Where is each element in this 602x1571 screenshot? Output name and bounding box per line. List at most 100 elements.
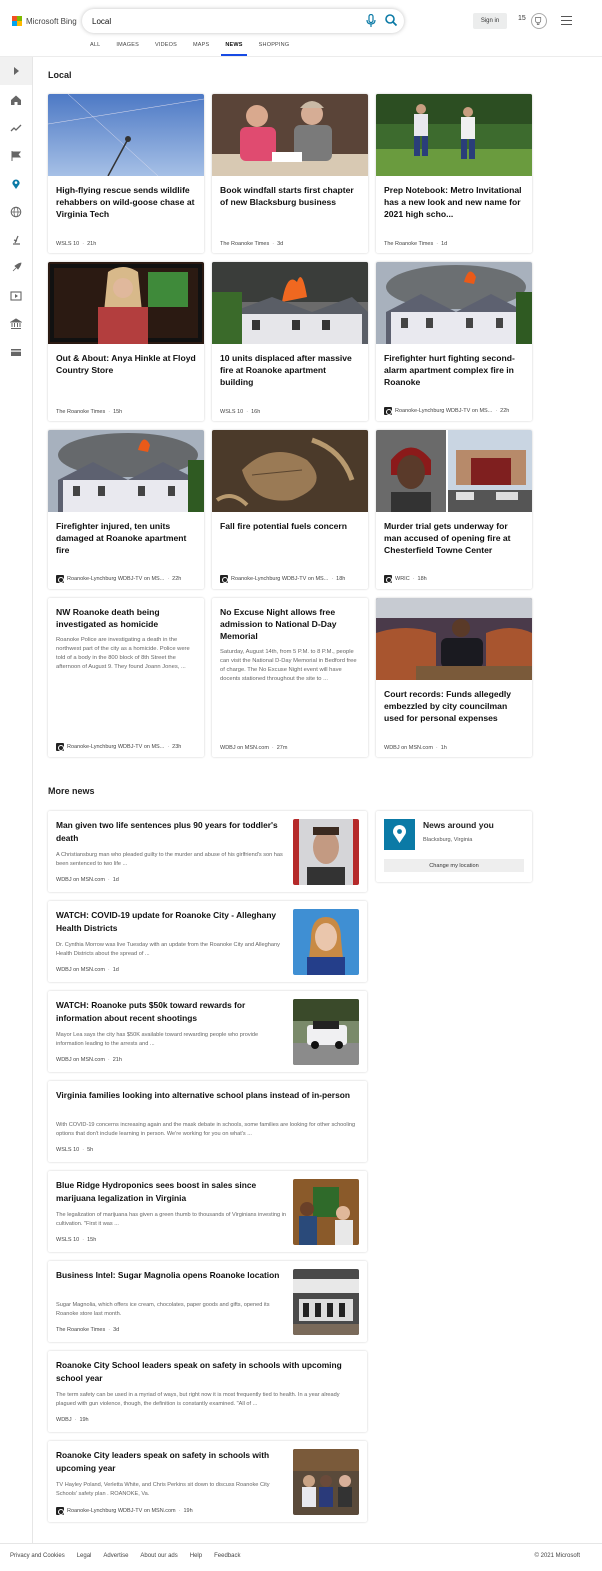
- trending-icon[interactable]: [10, 122, 22, 134]
- tab-all[interactable]: ALL: [82, 40, 108, 57]
- news-title[interactable]: Court records: Funds allegedly embezzled…: [376, 680, 532, 724]
- news-snippet: A Christiansburg man who pleaded guilty …: [56, 852, 283, 867]
- news-title[interactable]: Roanoke City leaders speak on safety in …: [56, 1449, 286, 1475]
- news-title[interactable]: NW Roanoke death being investigated as h…: [48, 598, 204, 630]
- change-location-button[interactable]: Change my location: [384, 859, 524, 872]
- news-card[interactable]: Book windfall starts first chapter of ne…: [212, 94, 368, 253]
- news-card[interactable]: Firefighter injured, ten units damaged a…: [48, 430, 204, 589]
- news-card[interactable]: Court records: Funds allegedly embezzled…: [376, 598, 532, 757]
- news-image: [376, 430, 532, 512]
- sidebar-expand[interactable]: [0, 57, 32, 85]
- footer-link-about-ads[interactable]: About our ads: [140, 1553, 177, 1559]
- news-title[interactable]: Fall fire potential fuels concern: [212, 512, 368, 532]
- news-snippet: TV Hayley Poland, Verletta White, and Ch…: [56, 1482, 270, 1497]
- more-news-item[interactable]: Blue Ridge Hydroponics sees boost in sal…: [48, 1171, 367, 1252]
- news-title[interactable]: Firefighter hurt fighting second-alarm a…: [376, 344, 532, 388]
- search-icon[interactable]: [384, 13, 398, 27]
- microphone-icon[interactable]: [366, 14, 376, 28]
- news-title[interactable]: Roanoke City School leaders speak on saf…: [56, 1359, 359, 1385]
- news-snippet: Mayor Lea says the city has $50K availab…: [56, 1032, 259, 1047]
- science-icon[interactable]: [10, 234, 22, 246]
- search-box[interactable]: [82, 9, 404, 33]
- tab-news[interactable]: NEWS: [217, 40, 250, 57]
- footer: Privacy and Cookies Legal Advertise Abou…: [0, 1543, 602, 1571]
- card-icon[interactable]: [10, 346, 22, 358]
- home-icon[interactable]: [10, 94, 22, 106]
- news-title[interactable]: Firefighter injured, ten units damaged a…: [48, 512, 204, 556]
- news-title[interactable]: High-flying rescue sends wildlife rehabb…: [48, 176, 204, 220]
- news-title[interactable]: Business Intel: Sugar Magnolia opens Roa…: [56, 1269, 286, 1282]
- more-news-item[interactable]: WATCH: COVID-19 update for Roanoke City …: [48, 901, 367, 982]
- logo-text: Microsoft Bing: [26, 16, 77, 26]
- news-source: The Roanoke Times · 3d: [220, 241, 284, 247]
- tab-images[interactable]: IMAGES: [108, 40, 147, 57]
- news-card[interactable]: Firefighter hurt fighting second-alarm a…: [376, 262, 532, 421]
- current-location: Blacksburg, Virginia: [423, 837, 473, 843]
- bing-logo[interactable]: Microsoft Bing: [12, 16, 77, 26]
- more-news-item[interactable]: Business Intel: Sugar Magnolia opens Roa…: [48, 1261, 367, 1342]
- news-card[interactable]: 10 units displaced after massive fire at…: [212, 262, 368, 421]
- globe-icon[interactable]: [10, 206, 22, 218]
- footer-link-legal[interactable]: Legal: [77, 1553, 92, 1559]
- news-image: [48, 94, 204, 176]
- news-source: WDBJ on MSN.com · 1d: [56, 967, 119, 973]
- news-source: WRIC · 18h: [384, 575, 427, 583]
- news-title[interactable]: No Excuse Night allows free admission to…: [212, 598, 368, 642]
- more-news-item[interactable]: Man given two life sentences plus 90 yea…: [48, 811, 367, 892]
- news-card[interactable]: No Excuse Night allows free admission to…: [212, 598, 368, 757]
- news-source: Roanoke-Lynchburg WDBJ-TV on MS... · 22h: [384, 407, 509, 415]
- video-icon[interactable]: [10, 290, 22, 302]
- more-news-item[interactable]: WATCH: Roanoke puts $50k toward rewards …: [48, 991, 367, 1072]
- news-source: Roanoke-Lynchburg WDBJ-TV on MS... · 18h: [220, 575, 345, 583]
- category-sidebar: [0, 57, 33, 1543]
- news-title[interactable]: Blue Ridge Hydroponics sees boost in sal…: [56, 1179, 286, 1205]
- news-snippet: Roanoke Police are investigating a death…: [56, 637, 190, 670]
- rewards-icon[interactable]: [531, 13, 547, 29]
- news-image: [48, 262, 204, 344]
- news-image: [376, 262, 532, 344]
- news-title[interactable]: Murder trial gets underway for man accus…: [376, 512, 532, 556]
- news-source: WDBJ on MSN.com · 27m: [220, 745, 288, 751]
- footer-link-privacy[interactable]: Privacy and Cookies: [10, 1553, 65, 1559]
- expand-icon[interactable]: [10, 65, 22, 77]
- publisher-icon: [56, 575, 64, 583]
- news-title[interactable]: WATCH: Roanoke puts $50k toward rewards …: [56, 999, 286, 1025]
- more-news-item[interactable]: Roanoke City School leaders speak on saf…: [48, 1351, 367, 1432]
- news-source: Roanoke-Lynchburg WDBJ-TV on MS... · 23h: [56, 743, 181, 751]
- more-news-item[interactable]: Virginia families looking into alternati…: [48, 1081, 367, 1162]
- footer-link-advertise[interactable]: Advertise: [103, 1553, 128, 1559]
- news-title[interactable]: Book windfall starts first chapter of ne…: [212, 176, 368, 208]
- news-around-you-panel: News around you Blacksburg, Virginia Cha…: [376, 811, 532, 882]
- tab-maps[interactable]: MAPS: [185, 40, 217, 57]
- footer-link-feedback[interactable]: Feedback: [214, 1553, 240, 1559]
- news-title[interactable]: Out & About: Anya Hinkle at Floyd Countr…: [48, 344, 204, 376]
- flag-icon[interactable]: [10, 150, 22, 162]
- news-card[interactable]: High-flying rescue sends wildlife rehabb…: [48, 94, 204, 253]
- news-snippet: The legalization of marijuana has given …: [56, 1212, 287, 1227]
- news-card[interactable]: Fall fire potential fuels concern Roanok…: [212, 430, 368, 589]
- search-input[interactable]: [92, 13, 342, 29]
- news-card[interactable]: Murder trial gets underway for man accus…: [376, 430, 532, 589]
- news-source: WDBJ on MSN.com · 1h: [384, 745, 447, 751]
- sign-in-button[interactable]: Sign in: [473, 13, 507, 29]
- more-news-item[interactable]: Roanoke City leaders speak on safety in …: [48, 1441, 367, 1522]
- news-card[interactable]: Out & About: Anya Hinkle at Floyd Countr…: [48, 262, 204, 421]
- news-image: [212, 430, 368, 512]
- tab-videos[interactable]: VIDEOS: [147, 40, 185, 57]
- news-title[interactable]: Virginia families looking into alternati…: [56, 1089, 359, 1102]
- rewards-points: 15: [518, 15, 526, 22]
- menu-icon[interactable]: [561, 16, 572, 25]
- header: Microsoft Bing Sign in 15 ALL IMAGES VID…: [0, 0, 602, 57]
- news-title[interactable]: WATCH: COVID-19 update for Roanoke City …: [56, 909, 286, 935]
- section-title-local: Local: [48, 70, 72, 80]
- news-card[interactable]: Prep Notebook: Metro Invitational has a …: [376, 94, 532, 253]
- news-title[interactable]: 10 units displaced after massive fire at…: [212, 344, 368, 388]
- footer-link-help[interactable]: Help: [190, 1553, 202, 1559]
- news-title[interactable]: Prep Notebook: Metro Invitational has a …: [376, 176, 532, 220]
- news-title[interactable]: Man given two life sentences plus 90 yea…: [56, 819, 286, 845]
- news-card[interactable]: NW Roanoke death being investigated as h…: [48, 598, 204, 757]
- bank-icon[interactable]: [10, 318, 22, 330]
- location-icon[interactable]: [10, 178, 22, 190]
- tab-shopping[interactable]: SHOPPING: [251, 40, 298, 57]
- rocket-icon[interactable]: [10, 262, 22, 274]
